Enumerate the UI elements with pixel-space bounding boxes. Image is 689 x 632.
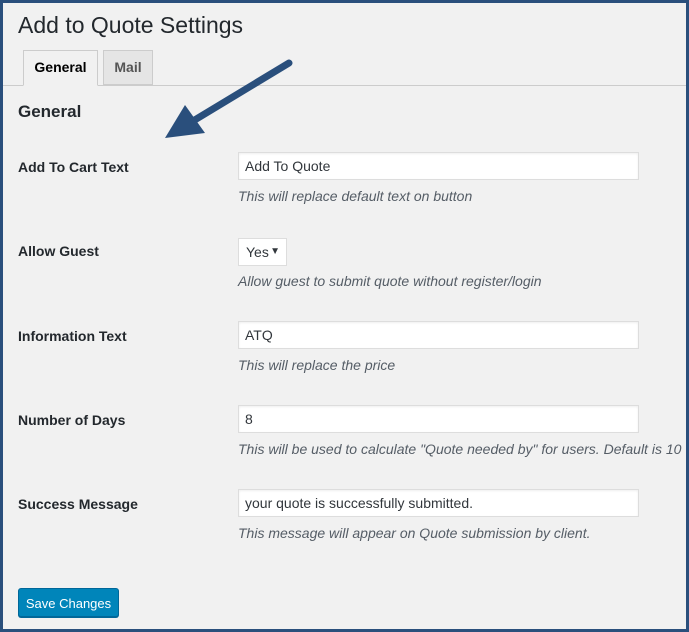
tab-general[interactable]: General	[23, 50, 98, 86]
add-to-cart-text-input[interactable]	[238, 152, 639, 180]
add-to-cart-text-description: This will replace default text on button	[238, 188, 473, 204]
caret-down-icon: ▼	[270, 246, 280, 257]
information-text-label: Information Text	[18, 328, 127, 344]
number-of-days-label: Number of Days	[18, 412, 126, 428]
section-title: General	[18, 102, 82, 121]
allow-guest-label: Allow Guest	[18, 243, 99, 259]
arrow-annotation-icon	[165, 59, 293, 138]
allow-guest-selected-value: Yes	[246, 244, 269, 260]
information-text-description: This will replace the price	[238, 357, 396, 373]
settings-screen: Add to Quote Settings General Mail Gener…	[0, 0, 689, 632]
success-message-label: Success Message	[18, 496, 138, 512]
number-of-days-input[interactable]	[238, 405, 639, 433]
save-changes-button[interactable]: Save Changes	[18, 588, 119, 617]
information-text-input[interactable]	[238, 321, 639, 349]
add-to-cart-text-label: Add To Cart Text	[18, 159, 129, 175]
number-of-days-description: This will be used to calculate "Quote ne…	[238, 441, 682, 457]
tabs-divider	[3, 85, 686, 86]
success-message-description: This message will appear on Quote submis…	[238, 525, 591, 541]
allow-guest-select[interactable]: Yes ▼	[238, 238, 287, 266]
success-message-input[interactable]	[238, 489, 639, 517]
allow-guest-description: Allow guest to submit quote without regi…	[238, 273, 542, 289]
page-title: Add to Quote Settings	[18, 12, 244, 38]
tab-mail[interactable]: Mail	[103, 50, 153, 85]
